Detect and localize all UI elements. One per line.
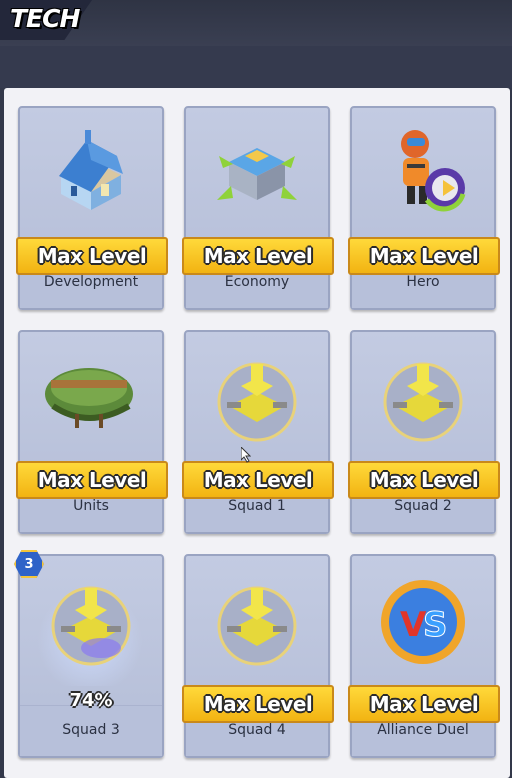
tech-card-development[interactable]: Max Level Development [16, 106, 168, 310]
card-name: Hero [406, 274, 440, 290]
max-level-banner: Max Level [16, 461, 168, 499]
tech-card-squad-2[interactable]: Max Level Squad 2 [348, 330, 500, 534]
tech-card-alliance-duel[interactable]: V S Max Level Alliance Duel [348, 554, 500, 758]
tech-card-economy[interactable]: Max Level Economy [182, 106, 334, 310]
house-icon [59, 130, 123, 210]
resource-building-icon [217, 148, 297, 200]
page-title: TECH [10, 4, 80, 33]
vs-icon: V S [381, 580, 465, 664]
progress-percent: 74% [69, 690, 113, 711]
tech-card-squad-1[interactable]: Max Level Squad 1 [182, 330, 334, 534]
svg-text:S: S [423, 605, 448, 645]
card-name: Squad 1 [228, 498, 286, 514]
header-band [0, 46, 512, 88]
mouse-cursor-icon [241, 447, 251, 463]
card-name: Squad 3 [62, 722, 120, 738]
tech-card-squad-4[interactable]: Max Level Squad 4 [182, 554, 334, 758]
card-name: Development [43, 274, 139, 290]
card-name: Squad 4 [228, 722, 286, 738]
hero-icon [401, 130, 466, 212]
military-helmet-icon [45, 368, 133, 428]
tech-card-hero[interactable]: Max Level Hero [348, 106, 500, 310]
max-level-banner: Max Level [182, 237, 334, 275]
tank-icon [51, 586, 131, 666]
tech-panel: Max Level Development Max Level Economy [4, 88, 510, 778]
max-level-banner: Max Level [348, 237, 500, 275]
tank-icon [383, 362, 463, 442]
tech-card-units[interactable]: Max Level Units [16, 330, 168, 534]
card-name: Squad 2 [394, 498, 452, 514]
card-name: Economy [224, 274, 290, 290]
top-bar: TECH [0, 0, 512, 46]
tank-icon [217, 362, 297, 442]
max-level-banner: Max Level [16, 237, 168, 275]
level-badge: 3 [14, 550, 44, 578]
max-level-banner: Max Level [348, 461, 500, 499]
max-level-banner: Max Level [348, 685, 500, 723]
card-name: Alliance Duel [377, 722, 469, 738]
max-level-banner: Max Level [182, 685, 334, 723]
tank-icon [217, 586, 297, 666]
card-name: Units [73, 498, 109, 514]
tech-card-squad-3[interactable]: 3 74% Squad 3 [14, 550, 164, 758]
max-level-banner: Max Level [182, 461, 334, 499]
